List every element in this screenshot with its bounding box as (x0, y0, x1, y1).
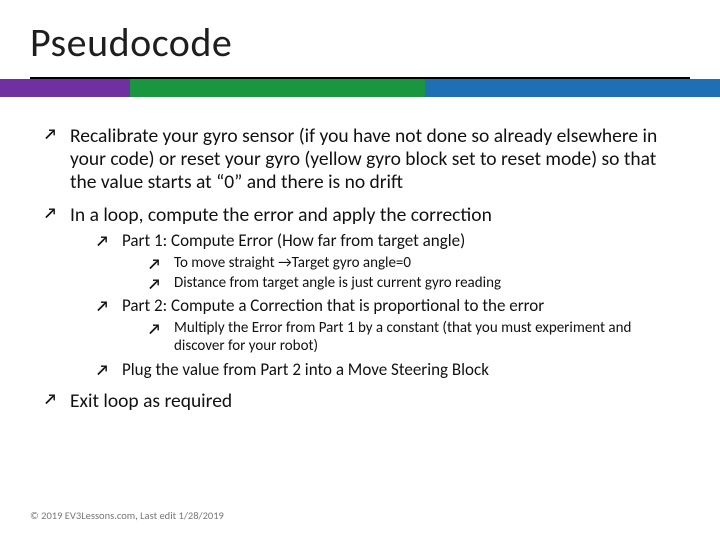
bullet-text-post: Target gyro angle=0 (292, 254, 411, 272)
title-area: Pseudocode (0, 0, 720, 73)
colorbar-blue (425, 79, 720, 97)
footer-copyright: © 2019 EV3Lessons.com, Last edit 1/28/20… (30, 509, 224, 522)
slide-title: Pseudocode (30, 18, 690, 67)
bullet-text: Part 2: Compute a Correction that is pro… (122, 295, 544, 316)
bullet-text: In a loop, compute the error and apply t… (70, 203, 492, 227)
bullet-level3: To move straight Target gyro angle=0 (148, 254, 676, 272)
bullet-level1: Exit loop as required (44, 390, 676, 413)
accent-colorbar (0, 79, 720, 97)
bullet-text: Part 1: Compute Error (How far from targ… (122, 230, 465, 251)
bullet-level1: Recalibrate your gyro sensor (if you hav… (44, 125, 676, 194)
bullet-text-pre: To move straight (174, 254, 275, 272)
bullet-level2: Part 2: Compute a Correction that is pro… (96, 296, 676, 355)
bullet-sublist: Part 1: Compute Error (How far from targ… (96, 231, 676, 380)
bullet-level2: Part 1: Compute Error (How far from targ… (96, 231, 676, 292)
bullet-level3: Distance from target angle is just curre… (148, 274, 676, 292)
colorbar-green (130, 79, 425, 97)
bullet-text: Plug the value from Part 2 into a Move S… (122, 359, 489, 380)
bullet-text: Distance from target angle is just curre… (174, 274, 501, 292)
bullet-text: Exit loop as required (70, 389, 232, 413)
colorbar-purple (0, 79, 130, 97)
bullet-text: Recalibrate your gyro sensor (if you hav… (70, 124, 657, 194)
bullet-sublist: Multiply the Error from Part 1 by a cons… (148, 319, 676, 356)
bullet-sublist: To move straight Target gyro angle=0 Dist… (148, 254, 676, 293)
bullet-text: Multiply the Error from Part 1 by a cons… (174, 319, 631, 355)
content-body: Recalibrate your gyro sensor (if you hav… (0, 97, 720, 413)
bullet-level3: Multiply the Error from Part 1 by a cons… (148, 319, 676, 356)
bullet-list: Recalibrate your gyro sensor (if you hav… (44, 125, 676, 413)
bullet-level1: In a loop, compute the error and apply t… (44, 204, 676, 380)
arrow-icon (275, 254, 292, 272)
slide: Pseudocode Recalibrate your gyro sensor … (0, 0, 720, 540)
bullet-level2: Plug the value from Part 2 into a Move S… (96, 360, 676, 381)
